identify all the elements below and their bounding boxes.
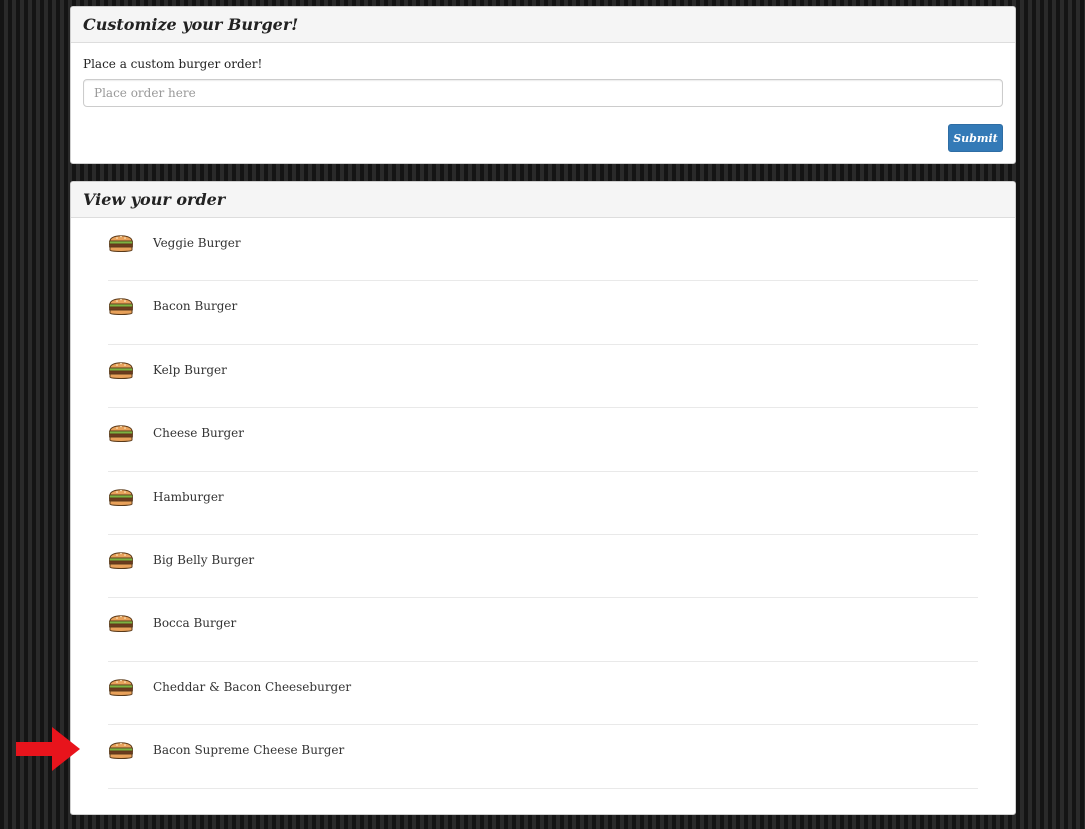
customize-panel-heading: Customize your Burger!	[71, 7, 1015, 43]
order-title: View your order	[83, 190, 226, 209]
order-item: Bacon Burger	[108, 281, 978, 345]
burger-icon	[108, 294, 134, 318]
burger-icon	[108, 358, 134, 382]
order-item-label: Veggie Burger	[153, 236, 241, 250]
burger-icon	[108, 548, 134, 572]
customize-title: Customize your Burger!	[83, 15, 299, 34]
order-item: Hamburger	[108, 472, 978, 535]
order-item: Bacon Supreme Cheese Burger	[108, 725, 978, 789]
order-item-label: Cheddar & Bacon Cheeseburger	[153, 679, 352, 694]
order-item: Cheddar & Bacon Cheeseburger	[108, 662, 978, 726]
order-panel: View your order Veggie Burger Bacon Burg…	[70, 181, 1016, 815]
burger-icon	[108, 231, 134, 255]
order-list: Veggie Burger Bacon Burger Kelp Burger C…	[71, 218, 1015, 789]
order-item-label: Hamburger	[153, 489, 224, 504]
order-item-label: Kelp Burger	[153, 362, 227, 377]
customize-panel: Customize your Burger! Place a custom bu…	[70, 6, 1016, 164]
order-item-label: Bacon Burger	[153, 299, 238, 314]
order-input[interactable]	[83, 79, 1003, 107]
order-item: Veggie Burger	[108, 218, 978, 282]
order-item-label: Big Belly Burger	[153, 552, 255, 567]
right-arrow-icon	[16, 727, 80, 771]
burger-icon	[108, 485, 134, 509]
burger-icon	[108, 421, 134, 445]
order-item-label: Bacon Supreme Cheese Burger	[153, 743, 345, 758]
order-item: Cheese Burger	[108, 408, 978, 472]
order-item: Kelp Burger	[108, 345, 978, 409]
customize-panel-body: Place a custom burger order!	[71, 43, 1015, 107]
submit-button[interactable]: Submit	[948, 124, 1003, 152]
burger-icon	[108, 738, 134, 762]
order-prompt-label: Place a custom burger order!	[83, 57, 263, 71]
burger-icon	[108, 611, 134, 635]
order-item: Big Belly Burger	[108, 535, 978, 599]
order-panel-heading: View your order	[71, 182, 1015, 218]
order-item-label: Cheese Burger	[153, 426, 244, 441]
order-item: Bocca Burger	[108, 598, 978, 662]
burger-icon	[108, 675, 134, 699]
order-item-label: Bocca Burger	[153, 616, 237, 631]
